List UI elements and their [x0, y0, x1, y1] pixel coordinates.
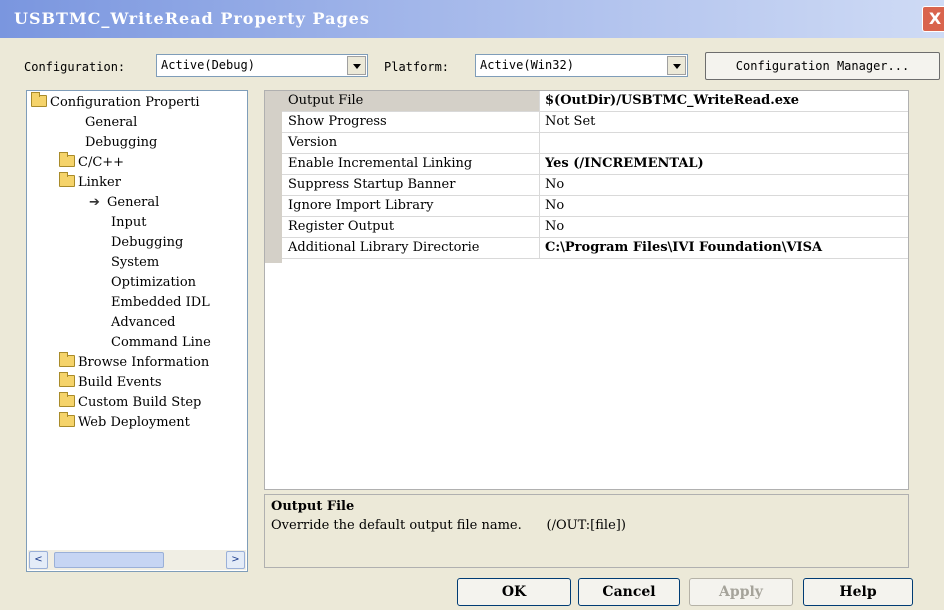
tree-item-label: Command Line — [111, 335, 211, 350]
tree-item-web-deployment[interactable]: Web Deployment — [59, 412, 190, 433]
property-value[interactable]: No — [545, 217, 908, 237]
configuration-manager-button[interactable]: Configuration Manager... — [705, 52, 940, 80]
property-name: Enable Incremental Linking — [282, 154, 540, 174]
property-tree[interactable]: Configuration Properti General Debugging… — [26, 90, 248, 572]
grid-gutter — [265, 91, 282, 263]
tree-item-label: C/C++ — [78, 155, 125, 170]
tree-item-system[interactable]: System — [111, 253, 159, 273]
configuration-label: Configuration: — [24, 60, 126, 74]
property-description: Output File Override the default output … — [264, 494, 909, 568]
tree-item-command-line[interactable]: Command Line — [111, 333, 211, 353]
property-value[interactable]: No — [545, 196, 908, 216]
tree-item-label: Advanced — [111, 315, 176, 330]
configuration-toolbar: Configuration: Active(Debug) Platform: A… — [0, 48, 944, 84]
tree-item-advanced[interactable]: Advanced — [111, 313, 175, 333]
tree-item-label: Configuration Properti — [50, 95, 200, 110]
tree-item-c-cpp[interactable]: C/C++ — [59, 152, 125, 173]
property-row-ignore-import-library[interactable]: Ignore Import Library No — [282, 196, 908, 217]
folder-icon — [59, 392, 75, 407]
folder-icon — [59, 412, 75, 427]
chevron-down-icon[interactable] — [347, 56, 366, 75]
chevron-down-icon[interactable] — [667, 56, 686, 75]
property-name: Show Progress — [282, 112, 540, 132]
tree-item-label: General — [107, 195, 160, 210]
property-value[interactable]: C:\Program Files\IVI Foundation\VISA — [545, 238, 908, 258]
property-row-output-file[interactable]: Output File $(OutDir)/USBTMC_WriteRead.e… — [282, 91, 908, 112]
property-name: Version — [282, 133, 540, 153]
property-name: Output File — [282, 91, 540, 111]
tree-item-label: Debugging — [85, 135, 158, 150]
property-name: Additional Library Directorie — [282, 238, 540, 258]
property-name: Suppress Startup Banner — [282, 175, 540, 195]
help-button[interactable]: Help — [803, 578, 913, 606]
tree-item-label: Debugging — [111, 235, 184, 250]
tree-item-custom-build-step[interactable]: Custom Build Step — [59, 392, 202, 413]
tree-item-label: Linker — [78, 175, 121, 190]
property-value[interactable] — [545, 133, 908, 153]
tree-item-configuration-properties[interactable]: Configuration Properti — [31, 92, 200, 113]
tree-item-general[interactable]: General — [85, 113, 137, 133]
tree-item-browse-information[interactable]: Browse Information — [59, 352, 210, 373]
tree-item-label: Custom Build Step — [78, 395, 202, 410]
property-row-show-progress[interactable]: Show Progress Not Set — [282, 112, 908, 133]
open-folder-icon — [31, 92, 47, 107]
property-grid[interactable]: Output File $(OutDir)/USBTMC_WriteRead.e… — [264, 90, 909, 490]
tree-item-optimization[interactable]: Optimization — [111, 273, 196, 293]
close-icon[interactable]: X — [922, 6, 944, 32]
scroll-right-icon[interactable]: > — [226, 551, 245, 569]
window-title: USBTMC_WriteRead Property Pages — [14, 9, 370, 28]
tree-item-input[interactable]: Input — [111, 213, 146, 233]
tree-item-linker-debugging[interactable]: Debugging — [111, 233, 183, 253]
tree-item-build-events[interactable]: Build Events — [59, 372, 162, 393]
platform-dropdown[interactable]: Active(Win32) — [475, 54, 688, 77]
property-row-suppress-startup-banner[interactable]: Suppress Startup Banner No — [282, 175, 908, 196]
cancel-button[interactable]: Cancel — [578, 578, 680, 606]
apply-button[interactable]: Apply — [689, 578, 793, 606]
tree-item-label: System — [111, 255, 160, 270]
tree-item-debugging[interactable]: Debugging — [85, 133, 157, 153]
property-name: Ignore Import Library — [282, 196, 540, 216]
tree-item-label: Embedded IDL — [111, 295, 210, 310]
tree-item-label: Build Events — [78, 375, 162, 390]
horizontal-scrollbar[interactable]: < > — [28, 550, 246, 570]
platform-label: Platform: — [384, 60, 450, 74]
property-value[interactable]: $(OutDir)/USBTMC_WriteRead.exe — [545, 91, 908, 111]
platform-value: Active(Win32) — [480, 58, 574, 72]
description-text: Override the default output file name. (… — [271, 518, 626, 533]
configuration-value: Active(Debug) — [161, 58, 255, 72]
folder-icon — [59, 352, 75, 367]
scroll-left-icon[interactable]: < — [29, 551, 48, 569]
property-row-additional-library-directories[interactable]: Additional Library Directorie C:\Program… — [282, 238, 908, 259]
tree-item-label: Browse Information — [78, 355, 210, 370]
tree-item-label: General — [85, 115, 138, 130]
tree-item-linker[interactable]: Linker — [59, 172, 121, 193]
property-pages-window: USBTMC_WriteRead Property Pages X Config… — [0, 0, 944, 610]
property-value[interactable]: No — [545, 175, 908, 195]
tree-item-label: Input — [111, 215, 147, 230]
property-row-version[interactable]: Version — [282, 133, 908, 154]
configuration-dropdown[interactable]: Active(Debug) — [156, 54, 368, 77]
property-value[interactable]: Yes (/INCREMENTAL) — [545, 154, 908, 174]
property-row-enable-incremental-linking[interactable]: Enable Incremental Linking Yes (/INCREME… — [282, 154, 908, 175]
tree-item-embedded-idl[interactable]: Embedded IDL — [111, 293, 210, 313]
scrollbar-thumb[interactable] — [54, 552, 164, 568]
tree-item-label: Web Deployment — [78, 415, 190, 430]
arrow-icon: ➔ — [89, 195, 100, 210]
property-name: Register Output — [282, 217, 540, 237]
tree-item-label: Optimization — [111, 275, 197, 290]
folder-icon — [59, 152, 75, 167]
tree-item-linker-general[interactable]: ➔ General — [89, 193, 159, 213]
property-value[interactable]: Not Set — [545, 112, 908, 132]
property-row-register-output[interactable]: Register Output No — [282, 217, 908, 238]
ok-button[interactable]: OK — [457, 578, 571, 606]
open-folder-icon — [59, 172, 75, 187]
folder-icon — [59, 372, 75, 387]
description-title: Output File — [271, 499, 355, 514]
title-bar[interactable]: USBTMC_WriteRead Property Pages X — [0, 0, 944, 38]
